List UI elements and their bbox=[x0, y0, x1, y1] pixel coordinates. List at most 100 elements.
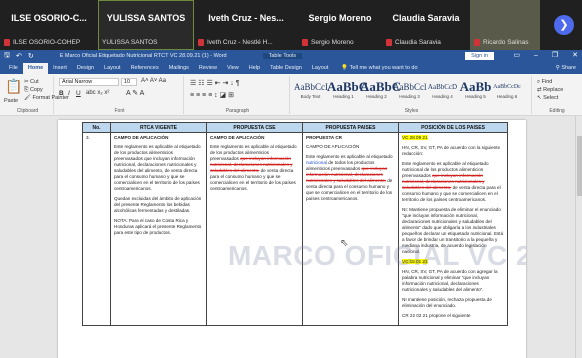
participant-name: Sergio Moreno bbox=[308, 13, 372, 23]
tab-table-design[interactable]: Table Design bbox=[265, 63, 307, 74]
col-header-posicion: POSICIÓN DE LOS PAISES bbox=[398, 122, 508, 133]
tab-layout[interactable]: Layout bbox=[99, 63, 126, 74]
style-heading-3[interactable]: AaBbCcl Heading 3 bbox=[393, 80, 427, 102]
col-header-paises: PROPUESTA PAISES bbox=[302, 122, 399, 133]
list-icons[interactable]: ☰ ☷ ☰ ⇤ ⇥ ↓ ¶ bbox=[190, 79, 240, 87]
tell-me-search[interactable]: 💡 Tell me what you want to do bbox=[341, 63, 417, 74]
editing-label: Editing bbox=[549, 108, 565, 114]
participant-name: ILSE OSORIO-C... bbox=[11, 13, 87, 23]
underline-icon[interactable]: U bbox=[76, 90, 81, 97]
clipboard-label: Clipboard bbox=[16, 108, 39, 114]
paragraph-group: ☰ ☷ ☰ ⇤ ⇥ ↓ ¶ ≡ ≡ ≡ ≡ ↕ ◪ ⊞ Paragraph bbox=[186, 76, 290, 114]
font-name-select[interactable]: Arial Narrow bbox=[59, 78, 119, 86]
tab-file[interactable]: File bbox=[4, 63, 23, 74]
text-effects-icon[interactable]: A ✎ A bbox=[126, 89, 144, 97]
bold-icon[interactable]: B bbox=[59, 90, 64, 97]
tab-review[interactable]: Review bbox=[194, 63, 222, 74]
participant-label: ILSE OSORIO-COHEP bbox=[4, 39, 80, 46]
mic-muted-icon bbox=[4, 39, 10, 46]
tab-help[interactable]: Help bbox=[244, 63, 265, 74]
mic-muted-icon bbox=[198, 39, 204, 46]
italic-icon[interactable]: I bbox=[68, 90, 70, 97]
participant-strip: ILSE OSORIO-C... ILSE OSORIO-COHEP YULIS… bbox=[0, 0, 582, 50]
participant-label: YULISSA SANTOS bbox=[102, 39, 158, 46]
cell-vigente[interactable]: CAMPO DE APLICACIÓN Este reglamento es a… bbox=[110, 132, 207, 326]
tab-insert[interactable]: Insert bbox=[48, 63, 72, 74]
participant-tile-active[interactable]: YULISSA SANTOS YULISSA SANTOS bbox=[98, 0, 194, 50]
style-body-text[interactable]: AaBbCcI Body Text bbox=[294, 80, 328, 102]
document-area: No. RTCA VIGENTE PROPUESTA CSE PROPUESTA… bbox=[0, 116, 582, 358]
table-header-row: No. RTCA VIGENTE PROPUESTA CSE PROPUESTA… bbox=[82, 122, 508, 133]
tab-mailings[interactable]: Mailings bbox=[164, 63, 194, 74]
replace-button[interactable]: ⇄ Replace bbox=[537, 87, 563, 93]
style-heading-2[interactable]: AaBbC Heading 2 bbox=[360, 80, 401, 102]
document-page[interactable]: No. RTCA VIGENTE PROPUESTA CSE PROPUESTA… bbox=[58, 120, 526, 358]
tab-references[interactable]: References bbox=[126, 63, 164, 74]
mic-muted-icon bbox=[386, 39, 392, 46]
tab-table-layout[interactable]: Layout bbox=[307, 63, 334, 74]
style-heading-1[interactable]: AaBbC Heading 1 bbox=[327, 80, 368, 102]
styles-group: AaBbCcI Body Text AaBbC Heading 1 AaBbC … bbox=[292, 76, 532, 114]
participant-label: Iveth Cruz - Nestlé H... bbox=[198, 39, 273, 46]
ribbon-display-icon[interactable]: ▭ bbox=[513, 50, 520, 62]
participant-tile[interactable]: ILSE OSORIO-C... ILSE OSORIO-COHEP bbox=[0, 0, 98, 50]
lightbulb-icon: 💡 bbox=[341, 65, 350, 71]
select-button[interactable]: ↖ Select bbox=[537, 95, 558, 101]
participant-name: YULISSA SANTOS bbox=[106, 13, 186, 23]
save-icon[interactable]: 🖫 bbox=[4, 51, 10, 62]
share-button[interactable]: ⚲ Share bbox=[556, 63, 576, 74]
word-window: 🖫 ↶ ↻ E Marco Oficial Etiquetado Nutrici… bbox=[0, 50, 582, 358]
undo-icon[interactable]: ↶ bbox=[16, 52, 22, 60]
styles-label: Styles bbox=[404, 108, 419, 114]
watermark: MARCO OFICIAL VC 28.09.2 bbox=[228, 240, 526, 271]
cell-paises[interactable]: PROPUESTA CR CAMPO DE APLICACIÓN Este re… bbox=[302, 132, 399, 326]
cell-cse[interactable]: CAMPO DE APLICACIÓN Este reglamento es a… bbox=[206, 132, 303, 326]
style-heading-4[interactable]: AaBbCcD Heading 4 bbox=[426, 80, 459, 102]
tab-view[interactable]: View bbox=[222, 63, 244, 74]
copy-button[interactable]: ⎘ Copy bbox=[24, 87, 43, 94]
font-grow-shrink-icon[interactable]: A˄ A˅ Aa bbox=[141, 78, 166, 84]
style-heading-5[interactable]: AaBb Heading 5 bbox=[459, 80, 492, 102]
minimize-icon[interactable]: – bbox=[534, 50, 538, 62]
vertical-scrollbar[interactable] bbox=[575, 116, 582, 358]
align-icons[interactable]: ≡ ≡ ≡ ≡ ↕ ◪ ⊞ bbox=[190, 91, 234, 99]
window-controls: ▭ – ❐ ✕ bbox=[513, 50, 578, 62]
cell-posicion[interactable]: VC 28 09 21 HN, CR, SV, GT, PA de acuerd… bbox=[398, 132, 508, 326]
table-row: 3. CAMPO DE APLICACIÓN Este reglamento e… bbox=[82, 132, 508, 326]
participant-tile[interactable]: Claudia Saravia Claudia Saravia bbox=[382, 0, 470, 50]
cut-button[interactable]: ✂ Cut bbox=[24, 79, 39, 85]
paste-button[interactable]: Paste bbox=[4, 98, 18, 104]
font-group: Arial Narrow 10 A˄ A˅ Aa B I U abc x₂ x²… bbox=[56, 76, 184, 114]
table-tools-label: Table Tools bbox=[262, 53, 303, 59]
close-icon[interactable]: ✕ bbox=[572, 50, 578, 62]
next-participants-button[interactable]: ❯ bbox=[554, 15, 574, 35]
strikethrough-icon[interactable]: abc x₂ x² bbox=[86, 90, 109, 96]
find-button[interactable]: ⌕ Find bbox=[537, 79, 552, 86]
tab-home[interactable]: Home bbox=[22, 63, 49, 74]
sign-in-button[interactable]: Sign in bbox=[465, 52, 494, 60]
tab-design[interactable]: Design bbox=[72, 63, 99, 74]
maximize-icon[interactable]: ❐ bbox=[552, 50, 558, 62]
participant-name: Iveth Cruz - Nes... bbox=[208, 13, 284, 23]
participant-tile[interactable]: Sergio Moreno Sergio Moreno bbox=[298, 0, 382, 50]
document-title: E Marco Oficial Etiquetado Nutricional R… bbox=[59, 53, 227, 59]
scrollbar-thumb[interactable] bbox=[577, 136, 582, 196]
participant-tile[interactable]: Ricardo Salinas bbox=[470, 0, 540, 50]
ribbon: 📋 Paste ✂ Cut ⎘ Copy 🖌 Format Painter Cl… bbox=[0, 74, 582, 116]
comparison-table: No. RTCA VIGENTE PROPUESTA CSE PROPUESTA… bbox=[82, 122, 508, 326]
participant-name: Claudia Saravia bbox=[392, 13, 460, 23]
font-size-select[interactable]: 10 bbox=[121, 78, 137, 86]
mouse-cursor-icon: ⇖ bbox=[340, 238, 349, 249]
font-label: Font bbox=[114, 108, 125, 114]
paragraph-label: Paragraph bbox=[225, 108, 250, 114]
mic-muted-icon bbox=[302, 39, 308, 46]
participant-label: Ricardo Salinas bbox=[474, 39, 529, 46]
paste-icon[interactable]: 📋 bbox=[5, 78, 22, 95]
participant-tile[interactable]: Iveth Cruz - Nes... Iveth Cruz - Nestlé … bbox=[194, 0, 298, 50]
style-heading-6[interactable]: AaBbCcDc Heading 6 bbox=[492, 80, 522, 102]
participant-label: Claudia Saravia bbox=[386, 39, 441, 46]
mic-muted-icon bbox=[474, 39, 480, 46]
redo-icon[interactable]: ↻ bbox=[28, 52, 34, 60]
cell-no[interactable]: 3. bbox=[82, 132, 111, 326]
col-header-vigente: RTCA VIGENTE bbox=[110, 122, 207, 133]
